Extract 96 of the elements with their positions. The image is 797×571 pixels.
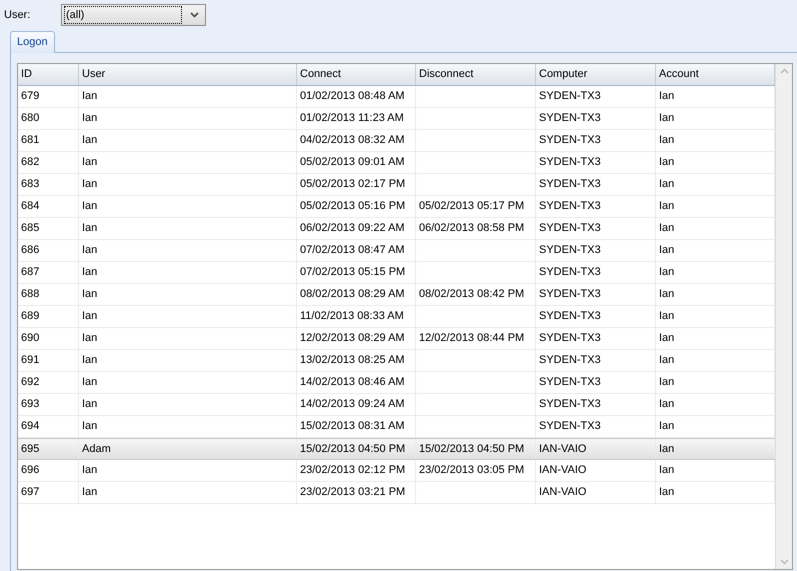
table-cell: 690	[18, 328, 79, 349]
tab[interactable]: Logon	[10, 31, 55, 53]
table-cell: 05/02/2013 05:16 PM	[297, 196, 416, 217]
table-cell: 695	[18, 439, 79, 459]
table-cell: 15/02/2013 04:50 PM	[416, 439, 536, 459]
table-cell: 14/02/2013 09:24 AM	[297, 394, 416, 415]
table-cell: 23/02/2013 03:05 PM	[416, 460, 536, 481]
column-header[interactable]: Computer	[536, 64, 656, 85]
table-cell: Ian	[79, 372, 297, 393]
table-cell: 12/02/2013 08:44 PM	[416, 328, 536, 349]
table-cell: SYDEN-TX3	[536, 240, 656, 261]
table-cell: SYDEN-TX3	[536, 152, 656, 173]
table-cell: 689	[18, 306, 79, 327]
table-cell: Ian	[79, 306, 297, 327]
table-cell: Ian	[79, 284, 297, 305]
table-cell: SYDEN-TX3	[536, 108, 656, 129]
table-cell: 697	[18, 482, 79, 503]
table-cell: 06/02/2013 08:58 PM	[416, 218, 536, 239]
table-cell: Ian	[79, 152, 297, 173]
table-cell: Ian	[79, 482, 297, 503]
table-cell: 06/02/2013 09:22 AM	[297, 218, 416, 239]
table-cell: 01/02/2013 08:48 AM	[297, 86, 416, 107]
table-cell: 14/02/2013 08:46 AM	[297, 372, 416, 393]
table-cell: Ian	[79, 130, 297, 151]
scroll-down-icon[interactable]	[780, 559, 788, 565]
table-cell: Ian	[79, 328, 297, 349]
table-cell: 05/02/2013 09:01 AM	[297, 152, 416, 173]
chevron-down-icon	[190, 12, 199, 18]
table-cell: IAN-VAIO	[536, 460, 656, 481]
table-cell: 696	[18, 460, 79, 481]
column-header[interactable]: User	[79, 64, 297, 85]
table-cell: Adam	[79, 439, 297, 459]
table-cell: Ian	[79, 350, 297, 371]
table-cell: SYDEN-TX3	[536, 174, 656, 195]
table-cell: 681	[18, 130, 79, 151]
table-cell: 691	[18, 350, 79, 371]
table-cell: 683	[18, 174, 79, 195]
table-cell: 679	[18, 86, 79, 107]
table-cell: 08/02/2013 08:42 PM	[416, 284, 536, 305]
table-cell: 13/02/2013 08:25 AM	[297, 350, 416, 371]
table-cell: 692	[18, 372, 79, 393]
table-cell: 682	[18, 152, 79, 173]
table-cell: SYDEN-TX3	[536, 262, 656, 283]
table-cell: 680	[18, 108, 79, 129]
table-cell: IAN-VAIO	[536, 439, 656, 459]
table-cell: Ian	[79, 460, 297, 481]
table-cell: SYDEN-TX3	[536, 196, 656, 217]
table-cell: Ian	[79, 218, 297, 239]
table-cell: Ian	[79, 86, 297, 107]
table-cell: Ian	[79, 394, 297, 415]
table-cell: 04/02/2013 08:32 AM	[297, 130, 416, 151]
table-cell: SYDEN-TX3	[536, 284, 656, 305]
table-cell: 23/02/2013 03:21 PM	[297, 482, 416, 503]
scroll-up-icon[interactable]	[780, 68, 788, 74]
table-cell: 11/02/2013 08:33 AM	[297, 306, 416, 327]
selected-row[interactable]: 695 Adam 15/02/2013 04:50 PM 15/02/2013 04:50 PM IAN-VAIO Ian	[18, 438, 775, 460]
user-dropdown[interactable]: (all)	[61, 4, 206, 26]
table-cell: SYDEN-TX3	[536, 394, 656, 415]
table-cell: 15/02/2013 08:31 AM	[297, 416, 416, 437]
table-cell: Ian	[79, 262, 297, 283]
table-cell: 23/02/2013 02:12 PM	[297, 460, 416, 481]
table-cell: 08/02/2013 08:29 AM	[297, 284, 416, 305]
table-cell: 05/02/2013 02:17 PM	[297, 174, 416, 195]
table-cell: 05/02/2013 05:17 PM	[416, 196, 536, 217]
table-cell: SYDEN-TX3	[536, 306, 656, 327]
table-cell: 685	[18, 218, 79, 239]
table-cell: Ian	[79, 240, 297, 261]
table-cell: 693	[18, 394, 79, 415]
table-cell: SYDEN-TX3	[536, 130, 656, 151]
table-cell: Ian	[79, 108, 297, 129]
filter-label: User:	[4, 8, 32, 23]
table-cell: 688	[18, 284, 79, 305]
table-cell: 15/02/2013 04:50 PM	[297, 439, 416, 459]
table-cell: SYDEN-TX3	[536, 328, 656, 349]
table-cell: 694	[18, 416, 79, 437]
column-header[interactable]: ID	[18, 64, 79, 85]
table-cell: Ian	[79, 416, 297, 437]
table-cell: SYDEN-TX3	[536, 218, 656, 239]
column-header[interactable]: Disconnect	[416, 64, 536, 85]
table-cell: 01/02/2013 11:23 AM	[297, 108, 416, 129]
table-cell: 687	[18, 262, 79, 283]
table-cell: SYDEN-TX3	[536, 86, 656, 107]
table-cell: Ian	[79, 196, 297, 217]
table-cell: IAN-VAIO	[536, 482, 656, 503]
table-cell: SYDEN-TX3	[536, 372, 656, 393]
table-cell: SYDEN-TX3	[536, 416, 656, 437]
table-cell: 07/02/2013 08:47 AM	[297, 240, 416, 261]
table-cell: 12/02/2013 08:29 AM	[297, 328, 416, 349]
table-cell: SYDEN-TX3	[536, 350, 656, 371]
table-cell: 07/02/2013 05:15 PM	[297, 262, 416, 283]
table-cell: 686	[18, 240, 79, 261]
scrollbar[interactable]	[775, 64, 792, 569]
dropdown-value: (all)	[64, 6, 182, 24]
column-header[interactable]: Connect	[297, 64, 416, 85]
table-cell: Ian	[79, 174, 297, 195]
table-cell: 684	[18, 196, 79, 217]
